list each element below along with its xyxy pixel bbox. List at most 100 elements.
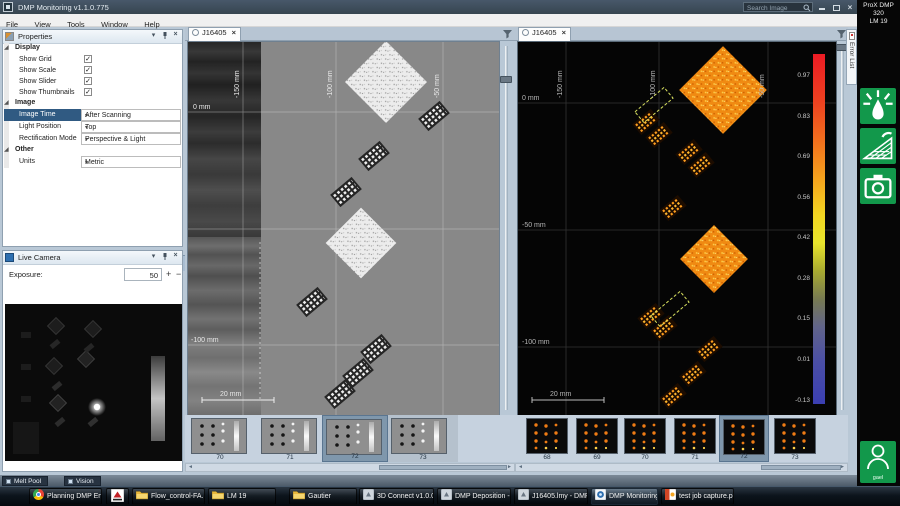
user-icon [867, 444, 889, 470]
right-horizontal-scrollbar[interactable]: ◄ ► [515, 463, 848, 472]
taskbar-item-lm19[interactable]: LM 19 [208, 488, 276, 505]
filter-icon[interactable] [837, 30, 846, 39]
right-tab-j16405[interactable]: J16405 × [518, 27, 571, 41]
right-scroll-thumb[interactable] [761, 465, 841, 470]
folder-icon [135, 491, 149, 500]
row-show-grid[interactable]: Show Grid ✓ [4, 54, 182, 65]
svg-text:0.83: 0.83 [797, 113, 810, 120]
panel-close-icon[interactable]: × [171, 31, 180, 38]
center-vertical-slider-handle[interactable] [500, 76, 512, 83]
right-vertical-slider-track[interactable] [841, 46, 844, 410]
row-image-time[interactable]: Image Time After Scanning ▾ [4, 109, 182, 121]
folder-icon [211, 491, 225, 500]
right-scan-image[interactable]: 0.97 0.83 0.69 0.56 0.42 0.28 0.15 0.01 … [517, 41, 837, 416]
svg-text:0 mm: 0 mm [522, 95, 540, 102]
melt-pool-monitor-button[interactable] [860, 88, 896, 124]
thumbnail-72-selected[interactable]: 72 [322, 415, 388, 462]
taskbar-item-test-job-capture[interactable]: test job capture.p... [661, 488, 734, 505]
row-light-position[interactable]: Light Position Top ▾ [4, 121, 182, 133]
taskbar-item-j16405-lmy[interactable]: J16405.lmy - DMP ... [514, 488, 588, 505]
pin-icon[interactable] [161, 31, 169, 40]
panel-menu-chevron-icon[interactable]: ▾ [149, 31, 158, 39]
exposure-increase-button[interactable]: + [166, 269, 171, 279]
camera-view-button[interactable] [860, 168, 896, 204]
pin-icon[interactable] [161, 252, 169, 261]
properties-panel: Properties ▾ × ◢ Display Show Grid ✓ Show … [2, 29, 185, 271]
light-position-dropdown[interactable]: Top ▾ [81, 121, 181, 133]
panel-menu-chevron-icon[interactable]: ▾ [149, 252, 158, 260]
colorbar [813, 54, 825, 404]
center-document-view: J16405 × -150 mm -100 mm -50 mm 0 mm -10… [185, 27, 515, 474]
scroll-left-icon[interactable]: ◄ [188, 464, 193, 470]
thumbnail-69[interactable]: 69 [573, 415, 621, 462]
panel-close-icon[interactable]: × [171, 252, 180, 259]
scroll-right-icon[interactable]: ► [507, 464, 512, 470]
group-image[interactable]: ◢ Image [4, 98, 182, 109]
right-tabbar: J16405 × [515, 27, 848, 41]
thumbnail-71[interactable]: 71 [258, 415, 322, 462]
expander-icon[interactable]: ◢ [4, 146, 9, 153]
svg-text:-0.13: -0.13 [795, 397, 810, 404]
center-horizontal-scrollbar[interactable]: ◄ ► [185, 463, 515, 472]
image-time-dropdown[interactable]: After Scanning ▾ [81, 109, 181, 121]
search-box[interactable] [743, 2, 813, 13]
svg-text:0.69: 0.69 [797, 153, 810, 160]
center-scroll-thumb[interactable] [379, 465, 507, 470]
taskbar-item-dmp-deposition[interactable]: DMP Deposition -... [437, 488, 511, 505]
thumbnail-68[interactable]: 68 [523, 415, 571, 462]
thumbnail-73[interactable]: 73 [771, 415, 819, 462]
thumbnail-70[interactable]: 70 [188, 415, 252, 462]
show-thumbnails-checkbox[interactable]: ✓ [84, 88, 92, 96]
svg-text:0.28: 0.28 [797, 275, 810, 282]
powder-bed-icon [861, 131, 893, 160]
thumbnail-71[interactable]: 71 [671, 415, 719, 462]
scroll-left-icon[interactable]: ◄ [518, 464, 523, 470]
units-dropdown[interactable]: Metric ▾ [81, 156, 181, 168]
expander-icon[interactable]: ◢ [4, 44, 9, 51]
taskbar-item-dmp-monitoring[interactable]: DMP Monitoring ... [591, 488, 658, 505]
row-show-scale[interactable]: Show Scale ✓ [4, 65, 182, 76]
error-list-tab[interactable]: Error List [846, 29, 857, 85]
user-button[interactable]: gael [860, 441, 896, 483]
svg-text:-150 mm: -150 mm [234, 70, 241, 98]
close-button[interactable]: × [845, 3, 855, 12]
expander-icon[interactable]: ◢ [4, 99, 9, 106]
row-show-slider[interactable]: Show Slider ✓ [4, 76, 182, 87]
thumbnail-72-selected[interactable]: 72 [719, 415, 769, 462]
show-scale-checkbox[interactable]: ✓ [84, 66, 92, 74]
thumbnail-70[interactable]: 70 [621, 415, 669, 462]
tab-close-icon[interactable]: × [232, 28, 236, 37]
taskbar-item-gautier[interactable]: Gautier [289, 488, 357, 505]
taskbar-item-planning-dmp[interactable]: Planning DMP En... [29, 488, 102, 505]
search-input[interactable] [745, 3, 805, 13]
live-camera-image[interactable] [5, 304, 182, 461]
maximize-button[interactable] [831, 3, 841, 12]
tab-melt-pool[interactable]: Melt Pool [2, 476, 49, 486]
exposure-decrease-button[interactable]: − [176, 269, 181, 279]
thumbnail-73[interactable]: 73 [388, 415, 458, 462]
tab-close-icon[interactable]: × [562, 28, 566, 37]
row-units[interactable]: Units Metric ▾ [4, 156, 182, 168]
taskbar-item-flow-control[interactable]: Flow_control-FA... [132, 488, 205, 505]
row-rectification-mode[interactable]: Rectification Mode Perspective & Light ▾ [4, 133, 182, 145]
row-show-thumbnails[interactable]: Show Thumbnails ✓ [4, 87, 182, 98]
minimize-button[interactable] [817, 3, 827, 12]
exposure-value-field[interactable]: 50 [124, 268, 162, 281]
dmp-monitoring-icon [594, 489, 607, 501]
chevron-down-icon: ▾ [85, 160, 89, 166]
center-tab-j16405[interactable]: J16405 × [188, 27, 241, 41]
rectification-mode-dropdown[interactable]: Perspective & Light ▾ [81, 133, 181, 145]
svg-text:0.01: 0.01 [797, 356, 810, 363]
taskbar-item-red-app[interactable] [106, 488, 129, 505]
powder-layer-button[interactable] [860, 128, 896, 164]
tab-vision[interactable]: Vision [64, 476, 101, 486]
job-tab-icon [192, 29, 199, 36]
show-grid-checkbox[interactable]: ✓ [84, 55, 92, 63]
group-display[interactable]: ◢ Display [4, 43, 182, 54]
filter-icon[interactable] [503, 30, 512, 39]
show-slider-checkbox[interactable]: ✓ [84, 77, 92, 85]
center-scan-image[interactable]: -150 mm -100 mm -50 mm 0 mm -100 mm 20 m… [187, 41, 500, 416]
taskbar-item-3d-connect[interactable]: 3D Connect v1.0.0... [359, 488, 434, 505]
center-vertical-slider-track[interactable] [505, 46, 508, 410]
group-other[interactable]: ◢ Other [4, 145, 182, 156]
